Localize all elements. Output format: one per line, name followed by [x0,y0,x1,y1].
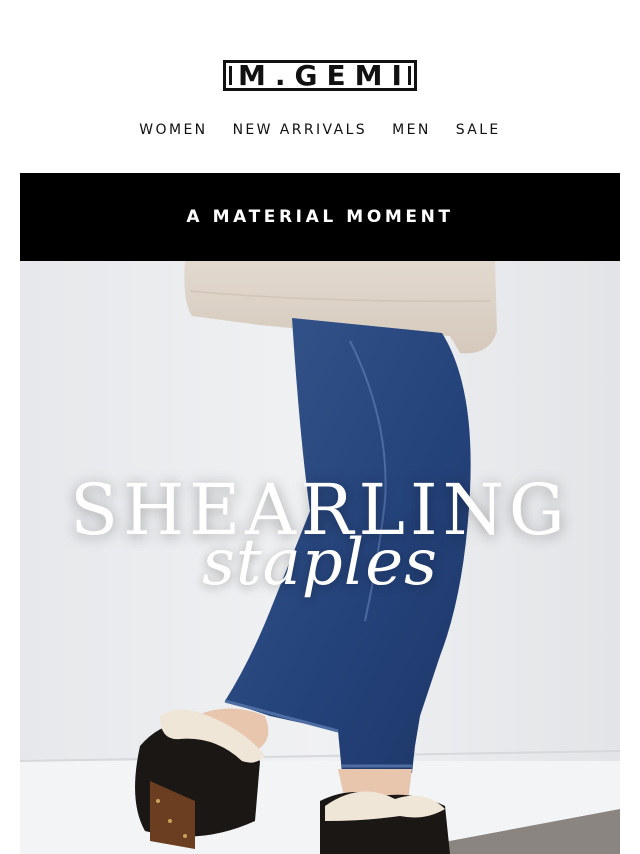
nav-item-sale[interactable]: SALE [456,122,501,138]
hero-script-text: staples [202,526,438,600]
banner-text: A MATERIAL MOMENT [186,207,454,227]
nav-item-women[interactable]: WOMEN [139,122,207,138]
brand-logo[interactable]: M.GEMI [223,60,417,91]
nav-item-men[interactable]: MEN [392,122,431,138]
hero-image[interactable]: SHEARLING staples [20,261,620,854]
nav-item-new-arrivals[interactable]: NEW ARRIVALS [233,122,368,138]
logo-container: M.GEMI [0,60,640,91]
promo-banner[interactable]: A MATERIAL MOMENT [20,173,620,261]
main-nav: WOMEN NEW ARRIVALS MEN SALE [0,122,640,138]
logo-text: M.GEMI [238,58,411,92]
